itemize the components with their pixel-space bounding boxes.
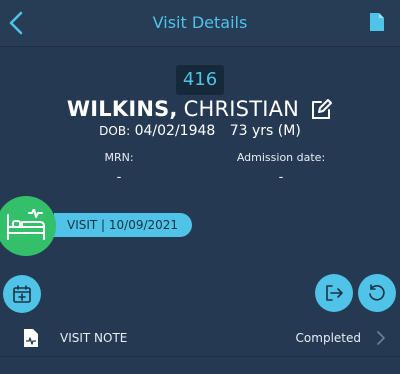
visit-note-status: Completed [295, 331, 361, 345]
mrn-value: - [116, 170, 122, 185]
exit-button[interactable] [315, 274, 353, 312]
exit-icon [326, 285, 343, 301]
visit-icon-button[interactable] [0, 196, 56, 256]
document-icon[interactable] [369, 12, 385, 32]
top-bar: Visit Details [0, 0, 400, 47]
visit-note-label: VISIT NOTE [60, 331, 128, 345]
restore-icon [369, 284, 385, 301]
visit-pill[interactable]: VISIT | 10/09/2021 [54, 213, 192, 237]
admission-label: Admission date: [236, 151, 326, 164]
dob-line: DOB: 04/02/1948 73 yrs (M) [0, 123, 400, 139]
admission-value: - [278, 170, 284, 185]
restore-button[interactable] [358, 274, 396, 312]
chevron-right-icon [377, 331, 385, 345]
dob-value: 04/02/1948 [134, 123, 216, 139]
dob-label: DOB: [99, 124, 131, 138]
patient-last-name: WILKINS, [66, 97, 178, 121]
age-sex: 73 yrs (M) [229, 123, 301, 139]
medical-document-icon [24, 329, 38, 347]
page-title: Visit Details [152, 13, 248, 32]
mrn-label: MRN: [104, 151, 134, 164]
mrn-field: MRN: - [39, 151, 199, 185]
hospital-bed-icon [7, 209, 45, 240]
room-number-badge: 416 [176, 65, 224, 95]
admission-field: Admission date: - [201, 151, 361, 185]
calendar-add-icon [13, 285, 31, 303]
edit-pencil-icon[interactable] [309, 97, 333, 121]
add-visit-button[interactable] [3, 275, 41, 313]
visit-note-row[interactable]: VISIT NOTE Completed [0, 322, 400, 357]
patient-name: WILKINS, CHRISTIAN [0, 96, 400, 122]
patient-first-name: CHRISTIAN [183, 97, 300, 121]
